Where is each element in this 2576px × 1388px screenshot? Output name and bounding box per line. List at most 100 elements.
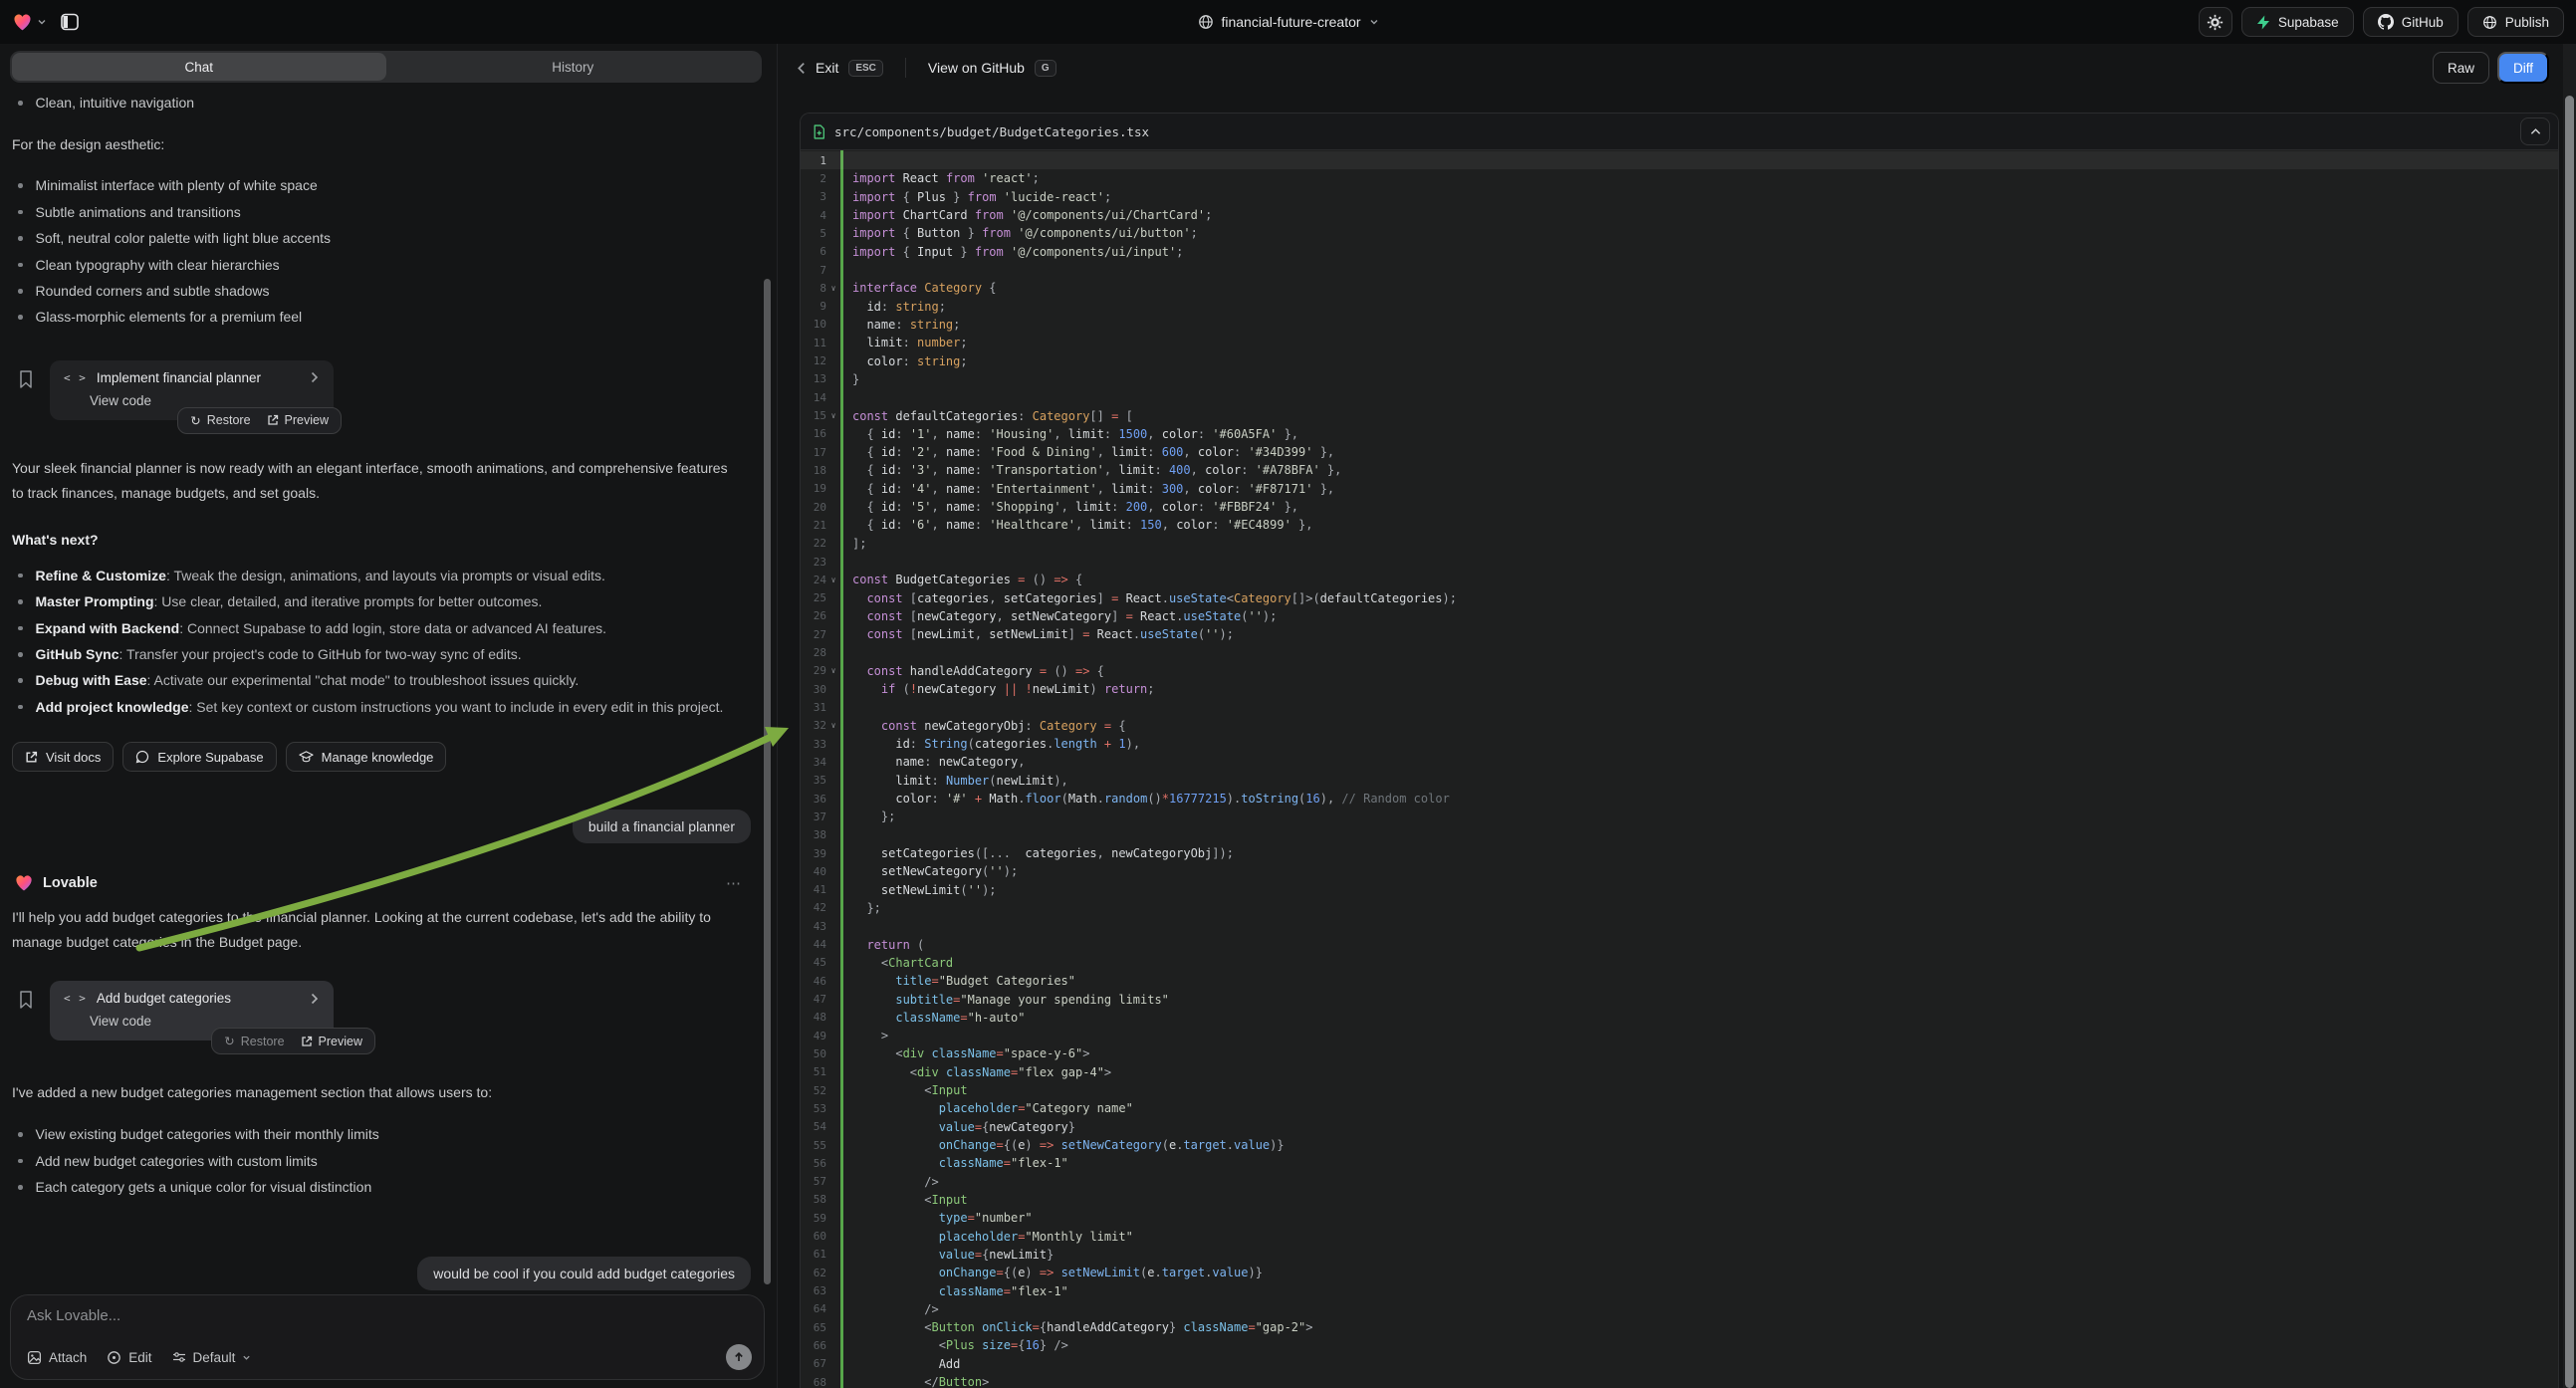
top-bar: financial-future-creator (0, 0, 2576, 44)
code-line: 2import React from 'react'; (801, 169, 2558, 187)
scrollbar-thumb[interactable] (2565, 96, 2574, 1388)
manage-knowledge-button[interactable]: Manage knowledge (286, 742, 447, 772)
chat-input[interactable] (27, 1307, 748, 1341)
restore-button[interactable]: ↻ Restore (224, 1034, 284, 1048)
list-item: Minimalist interface with plenty of whit… (12, 172, 751, 198)
chat-scrollbar[interactable] (764, 279, 771, 1284)
user-message: build a financial planner (573, 810, 751, 843)
bookmark-icon (18, 990, 34, 1010)
file-added-icon (813, 124, 825, 139)
restore-icon: ↻ (190, 413, 200, 428)
supabase-button[interactable]: Supabase (2241, 7, 2354, 37)
attach-button[interactable]: Attach (27, 1350, 87, 1365)
design-aesthetic-heading: For the design aesthetic: (12, 132, 751, 157)
code-line: 10 name: string; (801, 316, 2558, 334)
code-line: 53 placeholder="Category name" (801, 1099, 2558, 1117)
code-editor[interactable]: 12import React from 'react';3import { Pl… (801, 150, 2558, 1388)
send-button[interactable] (726, 1344, 752, 1370)
code-line: 43 (801, 917, 2558, 935)
code-line: 1 (801, 151, 2558, 169)
window-scrollbar[interactable] (2563, 44, 2576, 1388)
list-item: Master Prompting: Use clear, detailed, a… (12, 588, 751, 614)
code-line: 27 const [newLimit, setNewLimit] = React… (801, 625, 2558, 643)
code-line: 6import { Input } from '@/components/ui/… (801, 243, 2558, 261)
code-line: 5import { Button } from '@/components/ui… (801, 224, 2558, 242)
explore-supabase-button[interactable]: Explore Supabase (122, 742, 276, 772)
code-line: 20 { id: '5', name: 'Shopping', limit: 2… (801, 498, 2558, 516)
list-item: Expand with Backend: Connect Supabase to… (12, 615, 751, 641)
code-line: 18 { id: '3', name: 'Transportation', li… (801, 461, 2558, 479)
chat-bubble-icon (135, 750, 149, 764)
code-line: 21 { id: '6', name: 'Healthcare', limit:… (801, 516, 2558, 534)
collapse-file-button[interactable] (2520, 117, 2550, 145)
code-line: 57 /> (801, 1173, 2558, 1191)
github-icon (2378, 14, 2394, 30)
code-line: 48 className="h-auto" (801, 1009, 2558, 1027)
github-button[interactable]: GitHub (2363, 7, 2459, 37)
list-item: Add project knowledge: Set key context o… (12, 694, 751, 720)
code-line: 35 limit: Number(newLimit), (801, 772, 2558, 790)
chevron-down-icon (1369, 17, 1379, 27)
code-line: 64 /> (801, 1300, 2558, 1318)
app-window: financial-future-creator (0, 0, 2576, 1388)
code-line: 68 </Button> (801, 1373, 2558, 1388)
code-line: 56 className="flex-1" (801, 1154, 2558, 1172)
publish-button[interactable]: Publish (2467, 7, 2564, 37)
code-line: 49 > (801, 1027, 2558, 1044)
tab-chat[interactable]: Chat (12, 53, 386, 81)
code-line: 59 type="number" (801, 1209, 2558, 1227)
code-line: 28 (801, 643, 2558, 661)
design-bullet-list: Minimalist interface with plenty of whit… (12, 172, 751, 330)
view-code-link[interactable]: View code (90, 393, 151, 408)
restore-button[interactable]: ↻ Restore (190, 413, 250, 428)
exit-button[interactable]: Exit (816, 60, 838, 76)
preview-button[interactable]: Preview (267, 413, 329, 427)
version-actions: ↻ Restore Preview (211, 1028, 375, 1054)
lovable-logo-menu[interactable] (12, 12, 47, 32)
view-on-github-button[interactable]: View on GitHub (928, 60, 1025, 76)
list-item: GitHub Sync: Transfer your project's cod… (12, 641, 751, 667)
chevron-left-icon (797, 62, 806, 75)
list-item: View existing budget categories with the… (12, 1121, 751, 1147)
tab-history[interactable]: History (386, 53, 761, 81)
code-icon: < > (64, 992, 87, 1005)
file-path: src/components/budget/BudgetCategories.t… (834, 124, 1149, 139)
settings-button[interactable] (2199, 7, 2232, 37)
file-header[interactable]: src/components/budget/BudgetCategories.t… (801, 114, 2558, 150)
file-diff-card: src/components/budget/BudgetCategories.t… (800, 113, 2559, 1388)
diff-toggle-button[interactable]: Diff (2497, 52, 2549, 84)
code-line: 54 value={newCategory} (801, 1118, 2558, 1136)
code-line: 4import ChartCard from '@/components/ui/… (801, 206, 2558, 224)
sidebar-toggle-button[interactable] (55, 7, 85, 37)
visit-docs-button[interactable]: Visit docs (12, 742, 114, 772)
code-line: 47 subtitle="Manage your spending limits… (801, 990, 2558, 1008)
list-item: Glass-morphic elements for a premium fee… (12, 304, 751, 330)
list-item: Clean typography with clear hierarchies (12, 252, 751, 278)
raw-toggle-button[interactable]: Raw (2433, 52, 2489, 84)
code-line: 65 <Button onClick={handleAddCategory} c… (801, 1318, 2558, 1336)
bookmark-icon (18, 369, 34, 389)
list-item: Each category gets a unique color for vi… (12, 1174, 751, 1200)
code-line: 33 id: String(categories.length + 1), (801, 735, 2558, 753)
mode-selector[interactable]: Default (172, 1350, 252, 1365)
whats-next-heading: What's next? (12, 528, 751, 553)
lovable-heart-icon (12, 12, 33, 32)
code-lines: 12import React from 'react';3import { Pl… (801, 151, 2558, 1388)
assistant-header: Lovable ⋯ (14, 873, 751, 892)
next-steps-list: Refine & Customize: Tweak the design, an… (12, 563, 751, 720)
code-line: 39 setCategories([... categories, newCat… (801, 844, 2558, 862)
project-switcher[interactable]: financial-future-creator (1197, 0, 1378, 44)
code-line: 15∨const defaultCategories: Category[] =… (801, 406, 2558, 424)
code-line: 60 placeholder="Monthly limit" (801, 1227, 2558, 1245)
message-menu-button[interactable]: ⋯ (726, 874, 743, 892)
code-line: 66 <Plus size={16} /> (801, 1336, 2558, 1354)
graduation-cap-icon (299, 750, 314, 764)
external-link-icon (301, 1036, 313, 1047)
assistant-paragraph: I've added a new budget categories manag… (12, 1080, 751, 1105)
code-line: 67 Add (801, 1355, 2558, 1373)
edit-button[interactable]: Edit (107, 1350, 151, 1365)
code-line: 58 <Input (801, 1191, 2558, 1209)
code-line: 14 (801, 388, 2558, 406)
view-code-link[interactable]: View code (90, 1014, 151, 1029)
preview-button[interactable]: Preview (301, 1035, 362, 1048)
